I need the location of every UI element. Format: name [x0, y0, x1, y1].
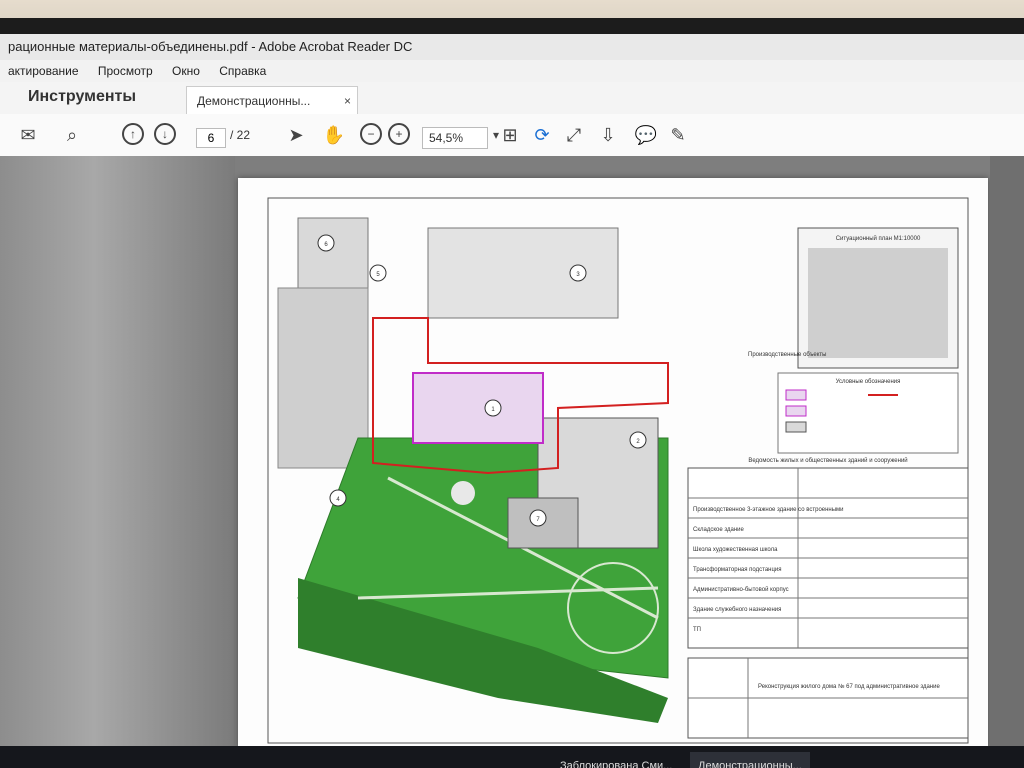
- zoom-in-icon[interactable]: +: [388, 123, 410, 145]
- table-row: Трансформаторная подстанция: [693, 567, 782, 573]
- building-1: [412, 372, 544, 444]
- full-screen-icon[interactable]: ⤢: [562, 123, 586, 147]
- site-plan-drawing: 1 2 3 4 5 6 7 Ситуационный план М1:10000…: [267, 197, 969, 744]
- table-row: Производственное 3-этажное здание со вст…: [693, 507, 844, 513]
- table-row: Складское здание: [693, 527, 745, 533]
- legend-title: Условные обозначения: [836, 379, 901, 385]
- pen-icon[interactable]: ✎: [666, 123, 690, 147]
- fit-page-icon[interactable]: ⊞: [498, 123, 522, 147]
- select-cursor-icon[interactable]: ➤: [284, 123, 308, 147]
- table-row: ТП: [693, 627, 701, 633]
- rotate-icon[interactable]: ⟳: [530, 123, 554, 147]
- table-row: Административно-бытовой корпус: [693, 586, 789, 593]
- taskbar: Заблокирована Сми... Демонстрационны...: [0, 746, 1024, 768]
- comment-icon[interactable]: 💬: [634, 123, 658, 147]
- close-icon[interactable]: ×: [344, 87, 351, 115]
- taskbar-item[interactable]: Заблокирована Сми...: [560, 752, 672, 768]
- page-number-input[interactable]: 6: [196, 128, 226, 148]
- stamp-text: Реконструкция жилого дома № 67 под админ…: [758, 683, 940, 690]
- menu-bar: актирование Просмотр Окно Справка: [0, 60, 1024, 82]
- left-panel: [0, 156, 235, 746]
- pdf-page[interactable]: 1 2 3 4 5 6 7 Ситуационный план М1:10000…: [238, 178, 988, 748]
- menu-view[interactable]: Просмотр: [90, 60, 161, 82]
- screen: рационные материалы-объединены.pdf - Ado…: [0, 18, 1024, 768]
- scroll-mode-icon[interactable]: ⇩: [596, 123, 620, 147]
- situation-plan-title: Ситуационный план М1:10000: [836, 235, 921, 242]
- menu-window[interactable]: Окно: [164, 60, 208, 82]
- zoom-out-icon[interactable]: −: [360, 123, 382, 145]
- tab-document-label: Демонстрационны...: [197, 94, 311, 108]
- menu-edit[interactable]: актирование: [0, 60, 87, 82]
- zoom-level[interactable]: 54,5%: [422, 127, 488, 149]
- window-title: рационные материалы-объединены.pdf - Ado…: [0, 34, 1024, 60]
- right-panel: [990, 156, 1024, 746]
- next-page-icon[interactable]: ↓: [154, 123, 176, 145]
- building-3: [427, 227, 619, 319]
- mail-icon[interactable]: ✉: [16, 123, 40, 147]
- toolbar: ✉ ⌕ ↑ ↓ 6 / 22 ➤ ✋ − + 54,5% ▾ ⊞ ⟳ ⤢ ⇩ 💬…: [0, 114, 1024, 157]
- table-header: Ведомость жилых и общественных зданий и …: [748, 457, 907, 464]
- building-6: [297, 217, 369, 299]
- document-workspace: 1 2 3 4 5 6 7 Ситуационный план М1:10000…: [0, 156, 1024, 748]
- previous-page-icon[interactable]: ↑: [122, 123, 144, 145]
- menu-help[interactable]: Справка: [211, 60, 274, 82]
- tab-tools[interactable]: Инструменты: [28, 88, 136, 106]
- search-icon[interactable]: ⌕: [60, 123, 84, 147]
- production-buildings-label: Производственные объекты: [748, 352, 826, 358]
- table-row: Здание служебного назначения: [693, 607, 781, 613]
- taskbar-item-active[interactable]: Демонстрационны...: [690, 752, 810, 768]
- tab-document[interactable]: Демонстрационны... ×: [186, 86, 358, 115]
- page-total: / 22: [230, 128, 251, 142]
- tabs-bar: Инструменты Демонстрационны... ×: [0, 82, 1024, 115]
- table-row: Школа художественная школа: [693, 547, 778, 553]
- hand-tool-icon[interactable]: ✋: [322, 123, 346, 147]
